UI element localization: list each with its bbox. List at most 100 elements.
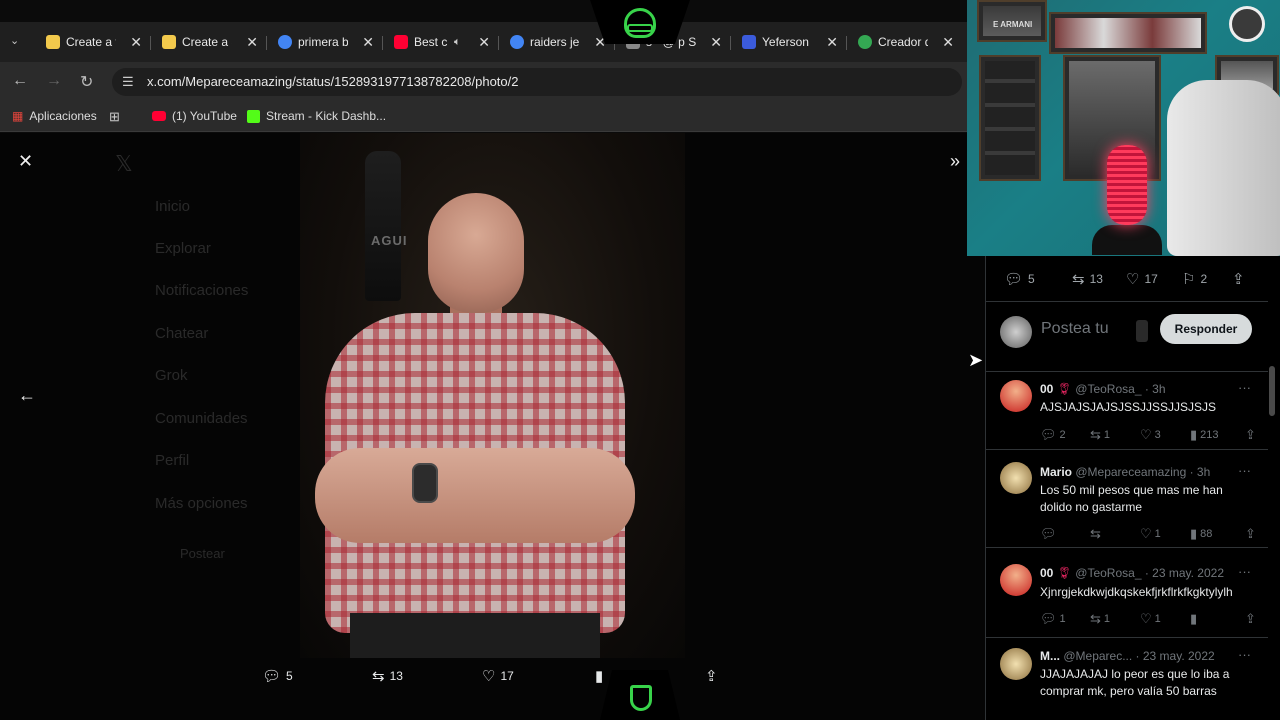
forward-icon[interactable]: → [46,72,62,90]
author-name[interactable]: M... [1040,649,1060,663]
bookmark-tab-groups[interactable]: ⊞ [109,109,120,125]
nav-communities[interactable]: Comunidades [155,410,248,427]
address-bar[interactable]: ☰ x.com/Mepareceamazing/status/152893197… [112,68,962,96]
repost-button[interactable]: ⇆ 13 [1072,270,1103,288]
tab-close-icon[interactable]: ✕ [130,34,142,51]
bookmark-kick[interactable]: Stream - Kick Dashb... [247,109,386,123]
expand-panel-icon[interactable]: » [950,151,960,172]
views-button[interactable]: ▮ 213 [1190,427,1219,443]
reply-button[interactable]: 💬︎ 5 [1004,270,1035,288]
nav-chat[interactable]: Chatear [155,325,208,342]
more-options-icon[interactable]: ··· [1238,463,1251,478]
views-button[interactable]: ▮ [1190,611,1200,627]
bookmark-youtube[interactable]: (1) YouTube [152,109,237,123]
reply-tweet[interactable]: Mario @Mepareceamazing · 3h ··· Los 50 m… [986,450,1268,548]
tweet-text: Los 50 mil pesos que mas me han dolido n… [1040,483,1223,514]
share-button[interactable]: ⇪ [705,667,718,685]
tab-close-icon[interactable]: ✕ [246,34,258,51]
more-options-icon[interactable]: ··· [1238,380,1251,395]
tab-close-icon[interactable]: ✕ [478,34,490,51]
author-handle[interactable]: @Mepareceamazing · 3h [1075,465,1210,479]
nav-home[interactable]: Inicio [155,198,190,215]
reply-tweet[interactable]: 00 🌹︎ @TeoRosa_ · 3h ··· AJSJAJSJAJSJSSJ… [986,372,1268,450]
nav-grok[interactable]: Grok [155,367,188,384]
browser-tab[interactable]: Yeferson ✕ [734,28,842,56]
author-name[interactable]: 00 [1040,382,1053,396]
share-button[interactable]: ⇪ [1232,270,1245,288]
author-name[interactable]: 00 [1040,566,1053,580]
comment-icon: 💬︎ [1040,427,1057,442]
screen: ⌄ Create a f ✕ Create a S ✕ primera b ✕ … [0,0,1280,720]
reply-button[interactable]: 💬︎ [1040,526,1060,542]
like-button[interactable]: ♡ 3 [1140,427,1161,443]
repost-button[interactable]: ⇆ 1 [1090,611,1110,627]
tab-close-icon[interactable]: ✕ [942,34,954,51]
like-button[interactable]: ♡ 1 [1140,611,1161,627]
previous-photo-arrow-icon[interactable]: ← [18,385,36,406]
views-chart-icon: ▮ [1190,611,1198,626]
views-button[interactable]: ▮ 88 [1190,526,1212,542]
author-handle[interactable]: @TeoRosa_ · 3h [1075,382,1165,396]
bookmark-button[interactable]: ⚐ 2 [1182,270,1207,288]
tab-search-chevron-icon[interactable]: ⌄ [10,34,26,50]
like-button[interactable]: ♡ 17 [1126,270,1158,288]
like-button[interactable]: ♡ 17 [482,667,514,685]
browser-tab[interactable]: raiders je ✕ [502,28,610,56]
like-button[interactable]: ♡ 1 [1140,526,1161,542]
share-button[interactable]: ⇪ [1245,611,1256,627]
bookmark-apps[interactable]: ▦ Aplicaciones [12,109,97,123]
share-icon: ⇪ [1245,526,1256,541]
share-button[interactable]: ⇪ [1245,526,1256,542]
avatar[interactable] [1000,462,1032,494]
author-handle[interactable]: @TeoRosa_ · 23 may. 2022 [1075,566,1224,580]
tab-close-icon[interactable]: ✕ [710,34,722,51]
more-options-icon[interactable]: ··· [1238,647,1251,662]
close-icon[interactable]: ✕ [18,151,33,172]
browser-tab[interactable]: Creador d ✕ [850,28,958,56]
repost-button[interactable]: ⇆ 1 [1090,427,1110,443]
comment-icon: 💬︎ [262,668,282,685]
tab-favicon-icon [858,35,872,49]
scrollbar[interactable] [1269,366,1275,416]
post-button[interactable]: Postear [180,546,225,561]
reply-tweet[interactable]: 00 🌹︎ @TeoRosa_ · 23 may. 2022 ··· Xjnrg… [986,556,1268,638]
repost-button[interactable]: ⇆ [1090,526,1104,542]
tab-close-icon[interactable]: ✕ [362,34,374,51]
reply-button[interactable]: 💬︎ 2 [1040,427,1066,443]
reply-input[interactable]: Postea tu [1041,320,1109,338]
share-button[interactable]: ⇪ [1245,427,1256,443]
tab-close-icon[interactable]: ✕ [826,34,838,51]
browser-tab[interactable]: Create a f ✕ [38,28,146,56]
author-handle[interactable]: @Meparec... · 23 may. 2022 [1063,649,1214,663]
site-settings-icon[interactable]: ☰ [122,74,134,90]
reply-submit-button[interactable]: Responder [1160,314,1252,344]
back-icon[interactable]: ← [12,72,28,90]
nav-notifications[interactable]: Notificaciones [155,282,248,299]
nav-more-options[interactable]: Más opciones [155,495,248,512]
repost-count: 13 [1089,272,1103,286]
gaming-chair [1167,80,1280,256]
mouse-cursor-icon: ➤ [968,350,984,370]
media-icon[interactable] [1136,320,1148,342]
repost-button[interactable]: ⇆ 13 [372,667,403,685]
views-button[interactable]: ▮ [595,667,603,685]
browser-tab[interactable]: primera b ✕ [270,28,378,56]
nav-explore[interactable]: Explorar [155,240,211,257]
author-name[interactable]: Mario [1040,465,1072,479]
heart-icon: ♡ [1140,526,1152,541]
browser-tab[interactable]: Best c 🔈︎ ✕ [386,28,494,56]
reply-button[interactable]: 💬︎ 1 [1040,611,1066,627]
reload-icon[interactable]: ↻ [80,72,93,92]
more-options-icon[interactable]: ··· [1238,564,1251,579]
avatar[interactable] [1000,648,1032,680]
tweet-text: Xjnrgjekdkwjdkqskekfjrkflrkfkgktylylh [1040,585,1233,599]
repost-count: 13 [389,669,403,683]
reply-tweet[interactable]: M... @Meparec... · 23 may. 2022 ··· JJAJ… [986,638,1268,720]
avatar[interactable] [1000,564,1032,596]
avatar[interactable] [1000,380,1032,412]
speaker-icon[interactable]: 🔈︎ [454,36,461,49]
browser-tab[interactable]: Create a S ✕ [154,28,262,56]
nav-profile[interactable]: Perfil [155,452,189,469]
views-chart-icon: ▮ [595,668,604,685]
reply-button[interactable]: 💬︎ 5 [262,667,293,685]
